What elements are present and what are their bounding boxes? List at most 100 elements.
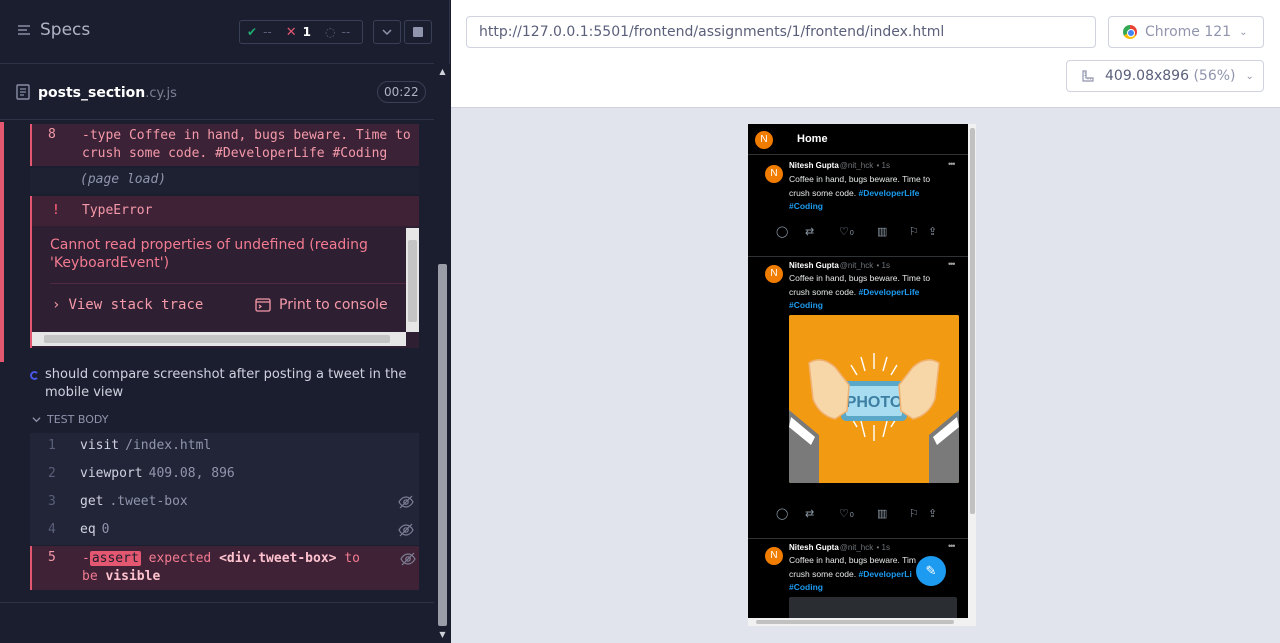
tweet[interactable]: N Nitesh Gupta@nit_hck • 1s ••• Coffee i… [748, 154, 968, 254]
like-button[interactable]: ♡0 [839, 507, 854, 520]
scroll-up-icon[interactable]: ▲ [438, 68, 447, 76]
author-handle: @nit_hck [839, 161, 874, 170]
stack-trace-label: View stack trace [68, 297, 204, 313]
error-type: TypeError [82, 203, 153, 218]
test-title[interactable]: should compare screenshot after posting … [30, 366, 410, 402]
tweet-text: Coffee in hand, bugs beware. Time to crus… [789, 272, 949, 313]
retweet-icon[interactable]: ⇄ [805, 225, 814, 238]
passed-count: -- [263, 25, 272, 39]
tweet-photo[interactable]: PHOTO [789, 315, 959, 483]
tweet-avatar: N [765, 547, 783, 565]
hashtag[interactable]: #DeveloperLi [858, 569, 911, 579]
profile-avatar[interactable]: N [755, 131, 773, 149]
command-text-line2: crush some code. #DeveloperLife #Coding [82, 146, 388, 161]
assert-subject: <div.tweet-box> [219, 551, 337, 566]
command-row[interactable]: 4 eq 0 [30, 517, 419, 545]
reporter-panel: Specs ✔ -- ✕ 1 ◌ -- posts_section.cy.js … [0, 0, 450, 643]
command-arg: 0 [101, 522, 110, 537]
hashtag[interactable]: #DeveloperLife [858, 287, 919, 297]
assert-command-row[interactable]: 5 - assert expected <div.tweet-box> to be… [30, 546, 419, 590]
stop-button[interactable] [404, 20, 432, 44]
share-icon[interactable]: ⇪ [928, 507, 937, 520]
app-vertical-thumb[interactable] [970, 128, 975, 514]
more-icon[interactable]: ••• [948, 541, 956, 551]
spec-name: posts_section [38, 85, 146, 101]
command-name: visit [80, 438, 120, 453]
command-row[interactable]: 1 visit/index.html [30, 433, 419, 461]
print-to-console-button[interactable]: Print to console [255, 297, 388, 313]
retweet-icon[interactable]: ⇄ [805, 507, 814, 520]
error-message: Cannot read properties of undefined (rea… [50, 237, 368, 271]
command-row[interactable]: 3 get .tweet-box [30, 489, 419, 517]
command-arg: 409.08, 896 [148, 466, 235, 481]
home-title: Home [797, 133, 828, 145]
author-name: Nitesh Gupta [789, 543, 839, 552]
reply-icon[interactable]: ◯ [776, 225, 788, 238]
command-number: 8 [48, 127, 56, 142]
assert-prefix: - [82, 551, 90, 566]
tweet-line1: Coffee in hand, bugs beware. Time to [789, 174, 931, 184]
browser-name: Chrome 121 [1145, 24, 1232, 40]
ruler-icon [1082, 70, 1094, 82]
view-stack-trace-button[interactable]: › View stack trace [52, 297, 203, 313]
command-number: 4 [48, 522, 56, 537]
reporter-divider [0, 602, 434, 603]
url-bar[interactable]: http://127.0.0.1:5501/frontend/assignmen… [466, 16, 1096, 48]
cypress-runner: Specs ✔ -- ✕ 1 ◌ -- posts_section.cy.js … [0, 0, 1280, 643]
passed-stat: ✔ -- [240, 25, 279, 39]
more-icon[interactable]: ••• [948, 159, 956, 169]
app-horizontal-thumb[interactable] [756, 620, 954, 624]
hashtag[interactable]: #Coding [789, 582, 823, 592]
assert-expected: expected [148, 551, 212, 566]
bookmark-icon[interactable]: ⚐ [909, 225, 919, 238]
tweet-text: Coffee in hand, bugs beware. Time to crus… [789, 173, 949, 214]
command-arg: /index.html [125, 438, 212, 453]
command-row[interactable]: 2 viewport 409.08, 896 [30, 461, 419, 489]
tweet-actions: ◯ ⇄ ♡0 ▥ ⚐ ⇪ [776, 225, 946, 239]
tweet-time: • 1s [876, 543, 890, 552]
heart-icon: ♡ [839, 508, 849, 520]
heart-icon: ♡ [839, 226, 849, 238]
command-name: eq [80, 522, 96, 537]
tweet-line2: crush some code. [789, 286, 857, 297]
views-icon[interactable]: ▥ [877, 507, 887, 520]
reply-icon[interactable]: ◯ [776, 507, 788, 520]
hashtag[interactable]: #DeveloperLife [858, 188, 919, 198]
like-button[interactable]: ♡0 [839, 225, 854, 238]
specs-button[interactable]: Specs [16, 20, 90, 40]
views-icon[interactable]: ▥ [877, 225, 887, 238]
app-frame: N Home N Nitesh Gupta@nit_hck • 1s ••• C… [748, 124, 976, 626]
tweet-line1: Coffee in hand, bugs beware. Time to [789, 273, 931, 283]
x-icon: ✕ [285, 24, 297, 40]
test-stats: ✔ -- ✕ 1 ◌ -- [239, 20, 363, 44]
console-icon [255, 298, 271, 312]
chevron-down-icon [382, 29, 392, 36]
hashtag[interactable]: #Coding [789, 300, 823, 310]
command-number: 2 [48, 466, 56, 481]
tweet-line1: Coffee in hand, bugs beware. Tim [789, 555, 916, 565]
scroll-down-icon[interactable]: ▼ [438, 631, 447, 639]
command-arg: .tweet-box [109, 494, 188, 509]
share-icon[interactable]: ⇪ [928, 225, 937, 238]
hashtag[interactable]: #Coding [789, 201, 823, 211]
browser-selector[interactable]: Chrome 121 ⌄ [1108, 16, 1264, 48]
error-horizontal-thumb[interactable] [44, 335, 390, 343]
test-body-toggle[interactable]: TEST BODY [32, 413, 108, 426]
tweet[interactable]: N Nitesh Gupta@nit_hck • 1s ••• Coffee i… [748, 256, 968, 538]
more-icon[interactable]: ••• [948, 259, 956, 269]
command-type[interactable]: 8 -type Coffee in hand, bugs beware. Tim… [30, 124, 419, 166]
compose-tweet-button[interactable]: ✎ [916, 556, 946, 586]
spec-file[interactable]: posts_section.cy.js [16, 82, 177, 101]
bookmark-icon[interactable]: ⚐ [909, 507, 919, 520]
error-vertical-thumb[interactable] [408, 240, 417, 322]
viewport-selector[interactable]: 409.08x896 (56%) ⌄ [1066, 60, 1264, 92]
reporter-scroll-thumb[interactable] [438, 264, 447, 626]
assert-result: visible [105, 569, 161, 584]
specs-label: Specs [40, 20, 91, 40]
error-divider [50, 283, 408, 284]
command-number: 3 [48, 494, 56, 509]
failed-count: 1 [302, 25, 311, 39]
assert-badge: assert [89, 551, 141, 566]
collapse-button[interactable] [373, 20, 401, 44]
tweet-avatar: N [765, 165, 783, 183]
